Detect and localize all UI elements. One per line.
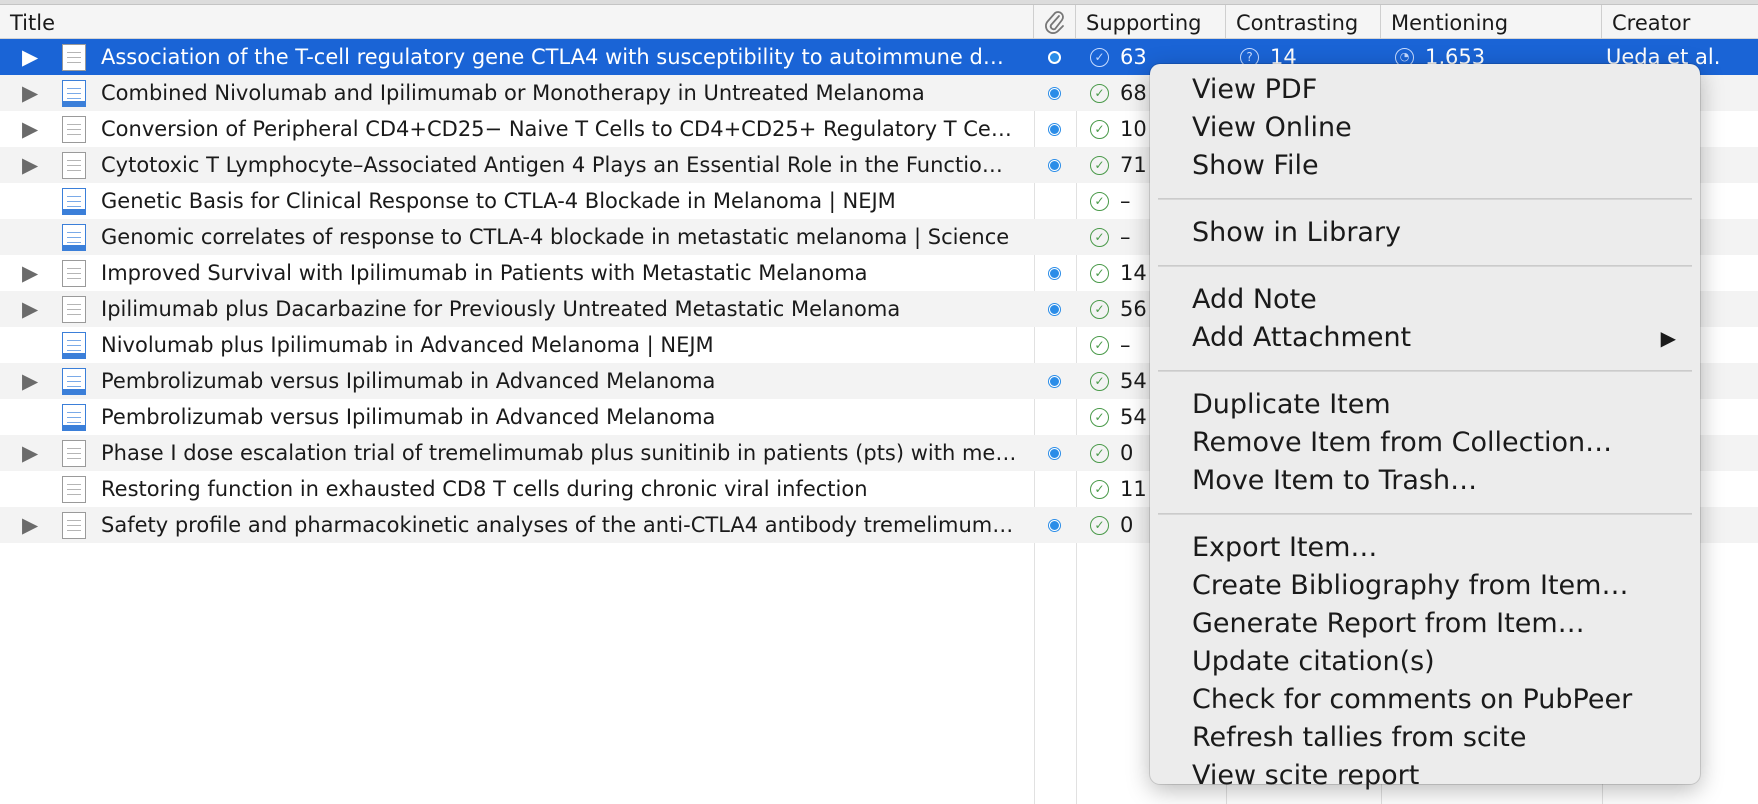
document-icon [62, 512, 86, 539]
supporting-check-icon: ✓ [1090, 516, 1109, 535]
supporting-check-icon: ✓ [1090, 408, 1109, 427]
menu-item-add-note[interactable]: Add Note [1150, 281, 1700, 319]
menu-item-view-scite-report[interactable]: View scite report [1150, 757, 1700, 795]
menu-item-refresh-scite[interactable]: Refresh tallies from scite [1150, 719, 1700, 757]
attachment-dot-icon[interactable] [1049, 448, 1060, 459]
menu-item-check-pubpeer[interactable]: Check for comments on PubPeer [1150, 681, 1700, 719]
menu-item-export-item[interactable]: Export Item… [1150, 529, 1700, 567]
expand-triangle-icon[interactable]: ▶ [22, 363, 42, 399]
item-title: Improved Survival with Ipilimumab in Pat… [101, 261, 868, 285]
menu-separator [1158, 513, 1692, 515]
column-header-contrasting[interactable]: Contrasting [1226, 5, 1381, 39]
document-icon [62, 440, 86, 467]
menu-item-label: Add Attachment [1192, 322, 1412, 353]
supporting-check-icon: ✓ [1090, 84, 1109, 103]
expand-triangle-icon[interactable]: ▶ [22, 507, 42, 543]
item-title: Restoring function in exhausted CD8 T ce… [101, 477, 868, 501]
menu-item-remove-from-collection[interactable]: Remove Item from Collection… [1150, 424, 1700, 462]
supporting-check-icon: ✓ [1090, 372, 1109, 391]
supporting-check-icon: ✓ [1090, 264, 1109, 283]
menu-item-duplicate-item[interactable]: Duplicate Item [1150, 386, 1700, 424]
supporting-check-icon: ✓ [1090, 336, 1109, 355]
pdf-document-icon [62, 404, 86, 431]
expand-triangle-icon[interactable]: ▶ [22, 39, 42, 75]
expand-triangle-icon[interactable]: ▶ [22, 75, 42, 111]
expand-triangle-icon[interactable]: ▶ [22, 255, 42, 291]
attachment-dot-icon[interactable] [1049, 160, 1060, 171]
attachment-dot-icon[interactable] [1049, 520, 1060, 531]
column-header-creator[interactable]: Creator [1602, 5, 1758, 39]
menu-item-add-attachment[interactable]: Add Attachment ▶ [1150, 319, 1700, 357]
attachment-dot-icon[interactable] [1049, 376, 1060, 387]
document-icon [62, 152, 86, 179]
document-icon [62, 476, 86, 503]
item-title: Ipilimumab plus Dacarbazine for Previous… [101, 297, 901, 321]
item-title: Combined Nivolumab and Ipilimumab or Mon… [101, 81, 925, 105]
menu-item-generate-report[interactable]: Generate Report from Item… [1150, 605, 1700, 643]
expand-triangle-icon[interactable]: ▶ [22, 111, 42, 147]
item-title: Genetic Basis for Clinical Response to C… [101, 189, 896, 213]
attachment-dot-icon[interactable] [1049, 268, 1060, 279]
column-header-supporting[interactable]: Supporting [1076, 5, 1226, 39]
item-title: Association of the T-cell regulatory gen… [101, 45, 1004, 69]
expand-triangle-icon[interactable]: ▶ [22, 435, 42, 471]
supporting-check-icon: ✓ [1090, 300, 1109, 319]
menu-item-move-to-trash[interactable]: Move Item to Trash… [1150, 462, 1700, 500]
pdf-document-icon [62, 80, 86, 107]
column-header-attachments[interactable] [1034, 5, 1076, 39]
attachment-dot-icon[interactable] [1049, 304, 1060, 315]
supporting-check-icon: ✓ [1090, 480, 1109, 499]
document-icon [62, 260, 86, 287]
paperclip-icon [1044, 11, 1064, 34]
supporting-check-icon: ✓ [1090, 156, 1109, 175]
pdf-document-icon [62, 332, 86, 359]
document-icon [62, 116, 86, 143]
menu-separator [1158, 198, 1692, 200]
supporting-check-icon: ✓ [1090, 48, 1109, 67]
supporting-check-icon: ✓ [1090, 120, 1109, 139]
item-title: Pembrolizumab versus Ipilimumab in Advan… [101, 405, 716, 429]
menu-item-create-bibliography[interactable]: Create Bibliography from Item… [1150, 567, 1700, 605]
pdf-document-icon [62, 224, 86, 251]
submenu-arrow-icon: ▶ [1660, 326, 1676, 350]
column-header-mentioning[interactable]: Mentioning [1381, 5, 1602, 39]
item-title: Genomic correlates of response to CTLA-4… [101, 225, 1010, 249]
pdf-document-icon [62, 368, 86, 395]
menu-separator [1158, 265, 1692, 267]
context-menu: View PDF View Online Show File Show in L… [1150, 64, 1700, 791]
document-icon [62, 296, 86, 323]
document-icon [62, 44, 86, 71]
attachment-dot-icon[interactable] [1049, 88, 1060, 99]
attachment-dot-icon[interactable] [1049, 52, 1060, 63]
menu-item-update-citations[interactable]: Update citation(s) [1150, 643, 1700, 681]
supporting-check-icon: ✓ [1090, 444, 1109, 463]
item-title: Cytotoxic T Lymphocyte–Associated Antige… [101, 153, 1003, 177]
menu-item-view-pdf[interactable]: View PDF [1150, 71, 1700, 109]
item-title: Pembrolizumab versus Ipilimumab in Advan… [101, 369, 716, 393]
menu-item-show-file[interactable]: Show File [1150, 147, 1700, 185]
menu-item-view-online[interactable]: View Online [1150, 109, 1700, 147]
item-title: Safety profile and pharmacokinetic analy… [101, 513, 1014, 537]
supporting-check-icon: ✓ [1090, 228, 1109, 247]
expand-triangle-icon[interactable]: ▶ [22, 147, 42, 183]
item-title: Phase I dose escalation trial of tremeli… [101, 441, 1017, 465]
column-header-title[interactable]: Title [0, 5, 1034, 39]
pdf-document-icon [62, 188, 86, 215]
item-title: Nivolumab plus Ipilimumab in Advanced Me… [101, 333, 714, 357]
menu-separator [1158, 370, 1692, 372]
column-header: Title Supporting Contrasting Mentioning … [0, 5, 1758, 39]
supporting-check-icon: ✓ [1090, 192, 1109, 211]
attachment-dot-icon[interactable] [1049, 124, 1060, 135]
menu-item-show-in-library[interactable]: Show in Library [1150, 214, 1700, 252]
item-title: Conversion of Peripheral CD4+CD25− Naive… [101, 117, 1012, 141]
expand-triangle-icon[interactable]: ▶ [22, 291, 42, 327]
